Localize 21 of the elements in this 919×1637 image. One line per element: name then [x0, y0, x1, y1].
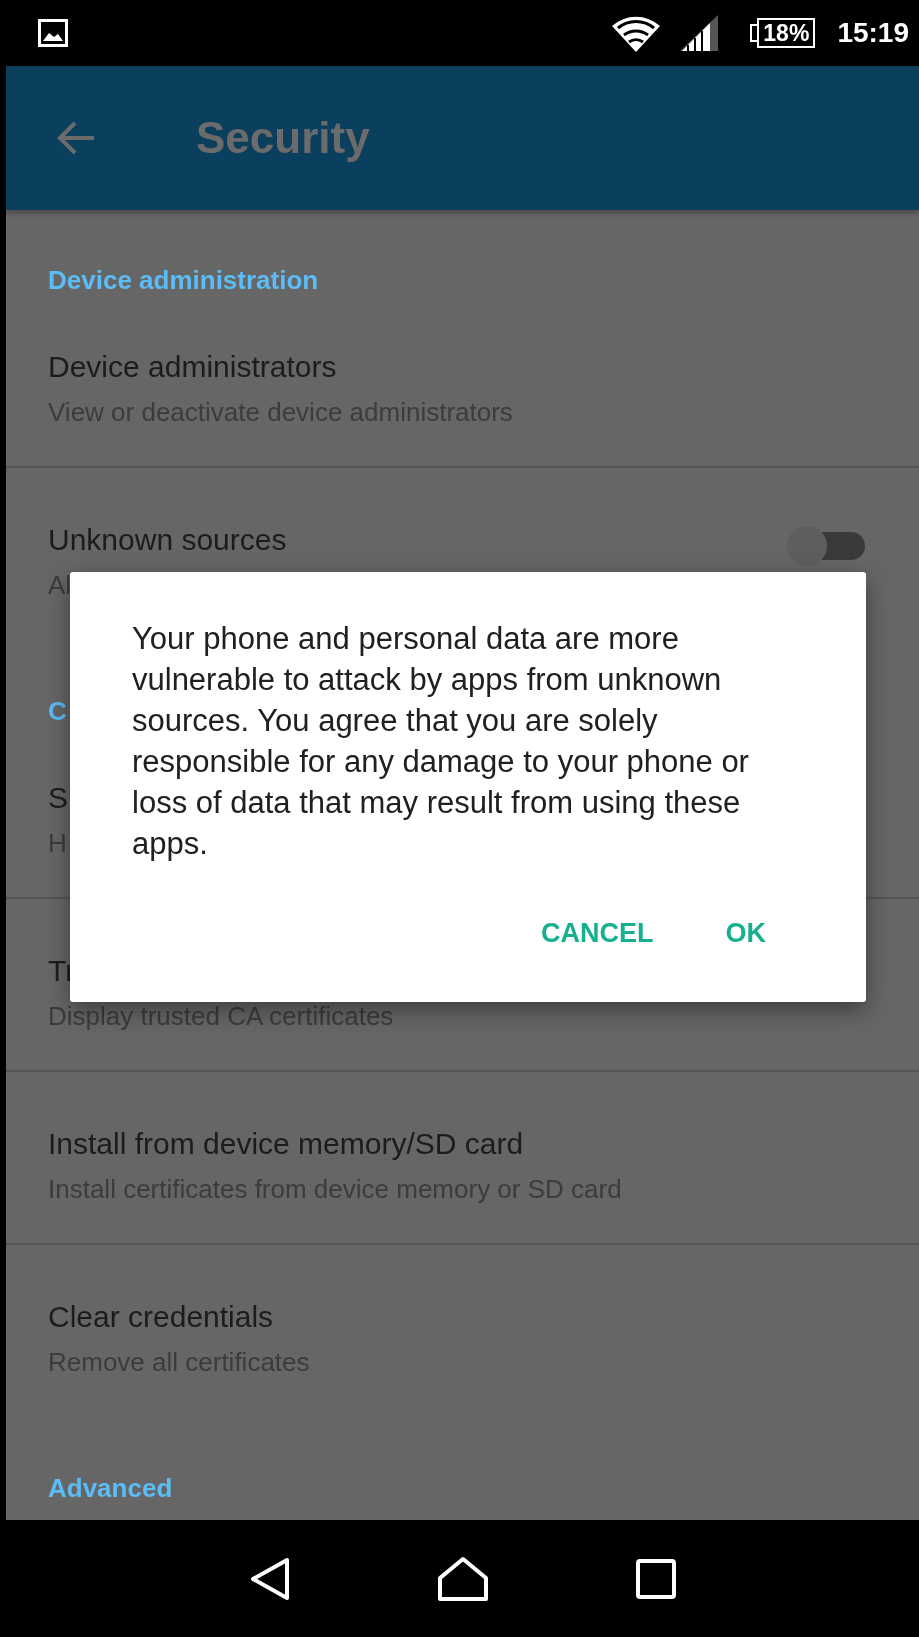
toggle-switch[interactable]: [787, 526, 865, 566]
setting-title[interactable]: Unknown sources: [48, 522, 287, 558]
dialog-button[interactable]: OK: [707, 904, 784, 963]
wifi-icon: [612, 14, 661, 52]
home-icon[interactable]: [437, 1555, 490, 1602]
dialog-message: Your phone and personal data are more vulnerable to attack by apps from unknown sources. You agree that you are solely responsible for any damage to your phone or loss of data that may result from using these apps.: [132, 620, 750, 863]
setting-title[interactable]: Device administrators: [48, 349, 337, 385]
setting-title[interactable]: Install from device memory/SD card: [48, 1126, 524, 1162]
setting-title[interactable]: Clear credentials: [48, 1299, 274, 1335]
clock-time: 15:19: [837, 17, 909, 49]
section-header: C: [48, 695, 67, 726]
screen-title: Security: [196, 113, 370, 163]
section-header: Device administration: [48, 264, 319, 295]
recent-apps-icon[interactable]: [635, 1558, 676, 1599]
back-icon[interactable]: [249, 1556, 292, 1601]
battery-indicator: 18%: [750, 18, 816, 48]
image-notification-icon: [38, 19, 68, 47]
signal-icon: [680, 15, 719, 51]
dialog-button[interactable]: CANCEL: [523, 904, 672, 963]
section-header: Advanced: [48, 1472, 173, 1503]
setting-title[interactable]: S: [48, 780, 68, 816]
